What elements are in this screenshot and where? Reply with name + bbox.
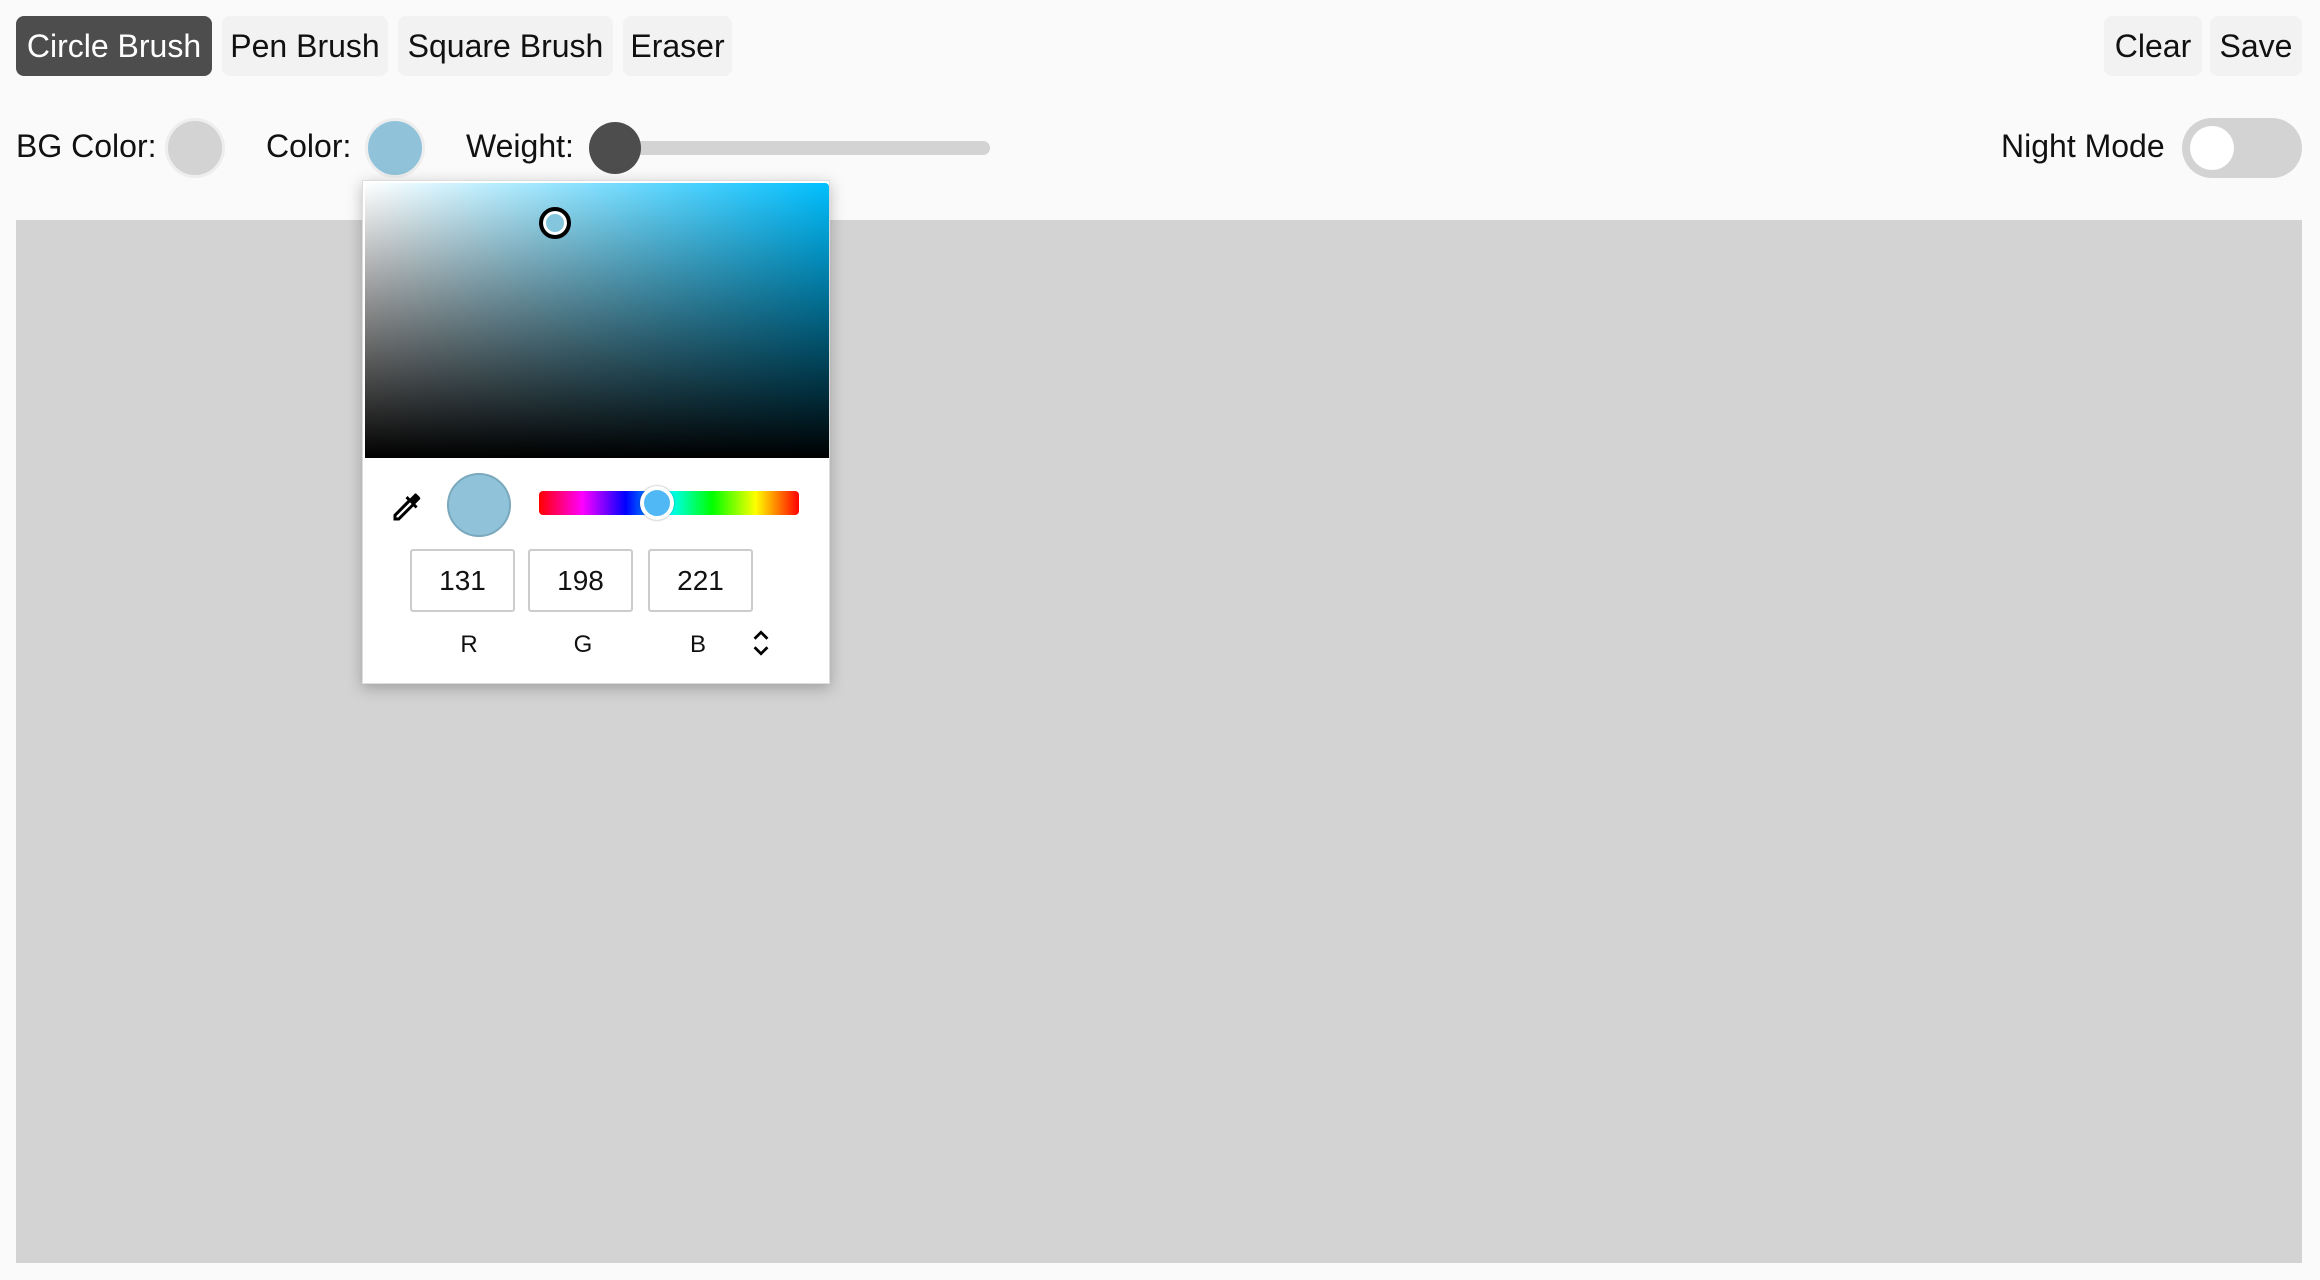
color-swatch[interactable] [365, 118, 425, 178]
weight-label: Weight: [466, 128, 574, 164]
bg-color-swatch[interactable] [165, 118, 225, 178]
weight-slider[interactable] [615, 141, 990, 155]
saturation-area[interactable] [365, 183, 829, 458]
green-label: G [573, 631, 593, 658]
color-picker-popup: R G B [362, 180, 830, 684]
weight-slider-thumb[interactable] [589, 122, 641, 174]
red-input[interactable] [410, 549, 515, 612]
save-button[interactable]: Save [2210, 16, 2302, 76]
blue-label: B [689, 631, 706, 658]
night-mode-label: Night Mode [2001, 128, 2165, 164]
clear-button[interactable]: Clear [2104, 16, 2202, 76]
eyedropper-icon[interactable] [389, 489, 425, 525]
bg-color-label: BG Color: [16, 128, 157, 164]
square-brush-button[interactable]: Square Brush [398, 16, 613, 76]
green-input[interactable] [528, 549, 633, 612]
eraser-button[interactable]: Eraser [623, 16, 732, 76]
red-label: R [460, 631, 478, 658]
circle-brush-button[interactable]: Circle Brush [16, 16, 212, 76]
blue-input[interactable] [648, 549, 753, 612]
hue-slider-thumb[interactable] [640, 486, 674, 520]
saturation-cursor[interactable] [539, 207, 571, 239]
color-label: Color: [266, 128, 352, 164]
color-preview [447, 473, 511, 537]
pen-brush-button[interactable]: Pen Brush [222, 16, 388, 76]
drawing-canvas[interactable] [16, 220, 2302, 1263]
up-down-chevron-icon[interactable] [748, 628, 774, 658]
night-mode-toggle[interactable] [2182, 118, 2302, 178]
toggle-knob [2190, 126, 2234, 170]
